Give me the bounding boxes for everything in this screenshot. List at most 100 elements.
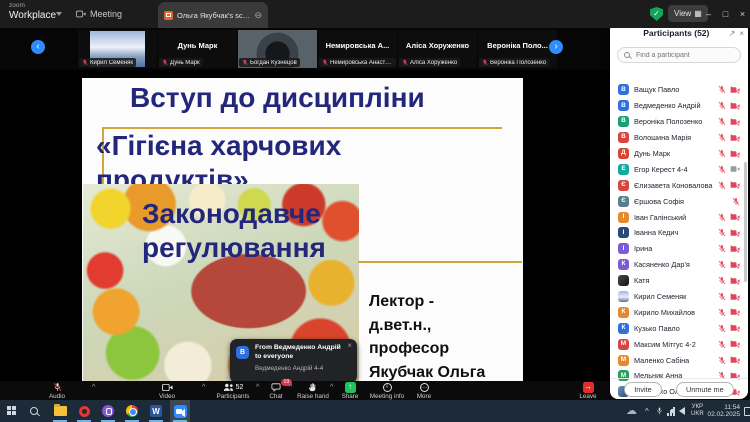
participant-row[interactable]: Д Дунь Марк: [610, 146, 748, 162]
participant-name: Касяненко Дар'я: [634, 260, 718, 269]
participant-status-icons: [718, 244, 740, 253]
participant-avatar: К: [618, 307, 629, 318]
video-tile[interactable]: Кирил Семеняк: [78, 30, 157, 68]
screen-share-icon: [164, 11, 173, 20]
participant-row[interactable]: В Ващук Павло: [610, 82, 748, 98]
folder-icon: [54, 406, 67, 416]
participant-avatar: В: [618, 84, 629, 95]
start-button[interactable]: [2, 400, 22, 422]
participant-status-icons: [718, 85, 740, 94]
audio-button[interactable]: Audio: [35, 382, 79, 400]
participant-row[interactable]: М Маленко Сабіна: [610, 352, 748, 368]
opera-button[interactable]: [74, 400, 94, 422]
participant-row[interactable]: К Кузько Павло: [610, 320, 748, 336]
file-explorer-button[interactable]: [50, 400, 70, 422]
video-button[interactable]: Video: [145, 382, 189, 400]
language-line2: UKR: [691, 411, 704, 417]
participant-row[interactable]: М Максим Мітгус 4-2: [610, 336, 748, 352]
participant-row[interactable]: Є Єлизавета Коновалова: [610, 177, 748, 193]
panel-close-icon[interactable]: ×: [739, 29, 744, 38]
volume-tray-icon[interactable]: [679, 400, 685, 422]
arrow-right-icon: →: [584, 383, 592, 391]
scroll-left-button[interactable]: ‹: [31, 40, 45, 54]
unmute-me-button[interactable]: Unmute me: [676, 382, 734, 397]
language-indicator[interactable]: УКРUKR: [691, 404, 704, 418]
participants-count: 52: [236, 384, 244, 391]
video-off-icon: [730, 150, 740, 158]
show-hidden-icons-button[interactable]: ^: [645, 400, 649, 422]
participant-avatar: І: [618, 243, 629, 254]
tab-meeting[interactable]: Meeting: [70, 0, 128, 28]
participant-row[interactable]: К Кирило Михайлов: [610, 304, 748, 320]
participant-avatar: К: [618, 259, 629, 270]
muted-mic-icon: [718, 228, 726, 237]
avatar-letter: Є: [621, 198, 626, 205]
muted-mic-icon: [718, 85, 726, 94]
muted-mic-icon: [732, 197, 740, 206]
participant-avatar: [618, 275, 629, 286]
maximize-button[interactable]: □: [717, 0, 734, 28]
participant-row[interactable]: І Іванна Кедич: [610, 225, 748, 241]
participant-label-chip: Дунь Марк: [159, 58, 203, 67]
participant-row[interactable]: Катя: [610, 273, 748, 289]
search-input[interactable]: [634, 51, 734, 60]
video-tiles: Кирил Семеняк Дунь Марк Дунь Марк: [78, 30, 557, 68]
more-button[interactable]: … More: [402, 382, 446, 400]
participant-status-icons: [718, 356, 740, 365]
action-center-button[interactable]: [744, 400, 750, 422]
camera-icon: [76, 10, 86, 18]
popout-icon[interactable]: ↗: [729, 29, 736, 38]
chrome-button[interactable]: [122, 400, 142, 422]
participant-row[interactable]: В Ведмеденко Андрій: [610, 98, 748, 114]
participant-avatar: В: [618, 116, 629, 127]
participant-row[interactable]: Е Егор Керест 4-4: [610, 161, 748, 177]
scroll-right-button[interactable]: ›: [549, 40, 563, 54]
cloud-icon: ☁: [626, 406, 637, 417]
leave-button[interactable]: → Leave: [566, 382, 610, 400]
video-tile[interactable]: Немировська А... Немировська Анастасія А…: [318, 30, 397, 68]
muted-mic-icon: [718, 324, 726, 333]
participant-row[interactable]: Є Єршова Софія: [610, 193, 748, 209]
participant-row[interactable]: К Касяненко Дар'я: [610, 257, 748, 273]
clock[interactable]: 11:5402.02.2025: [704, 404, 740, 418]
muted-mic-icon: [718, 308, 726, 317]
share-screen-icon: ↑: [345, 382, 356, 393]
video-off-icon: [730, 118, 740, 126]
microphone-tray-icon[interactable]: [656, 400, 663, 422]
video-tile[interactable]: Вероніка Поло... Вероніка Полозенко: [478, 30, 557, 68]
participant-row[interactable]: І Іван Галінський: [610, 209, 748, 225]
video-off-icon: [730, 181, 740, 189]
video-tile[interactable]: Дунь Марк Дунь Марк: [158, 30, 237, 68]
invite-button[interactable]: Invite: [624, 382, 661, 397]
audio-options-chevron[interactable]: ^: [92, 384, 95, 391]
participant-status-icons: [718, 228, 740, 237]
participants-button[interactable]: 52 Participants: [211, 382, 255, 400]
panel-scrollbar[interactable]: [744, 162, 747, 282]
close-icon[interactable]: ×: [347, 341, 352, 350]
leave-label: Leave: [566, 393, 610, 400]
participant-row[interactable]: І Ірина: [610, 241, 748, 257]
close-button[interactable]: ×: [734, 0, 750, 28]
participant-search[interactable]: [617, 47, 741, 63]
participant-avatar: Е: [618, 164, 629, 175]
security-shield-icon[interactable]: ✓: [650, 7, 663, 21]
muted-mic-icon: [718, 340, 726, 349]
participant-row[interactable]: В Волошина Марія: [610, 130, 748, 146]
circled-minus-icon[interactable]: ⊖: [254, 10, 262, 21]
word-button[interactable]: W: [146, 400, 166, 422]
viber-button[interactable]: [98, 400, 118, 422]
app-brand[interactable]: zoom Workplace: [9, 3, 56, 21]
tab-shared-screen[interactable]: Ольга Якубчак's screen ⊖: [158, 2, 268, 28]
chat-notification-popup[interactable]: В From Ведмеденко Андрій to everyone Вед…: [230, 339, 357, 383]
video-tile[interactable]: Богдан Кузнецов: [238, 30, 317, 68]
zoom-app-button[interactable]: [170, 400, 190, 422]
minimize-button[interactable]: –: [700, 0, 717, 28]
video-tile[interactable]: Аліса Хоруженко Аліса Хоруженко: [398, 30, 477, 68]
muted-mic-icon: [322, 59, 328, 66]
onedrive-tray-icon[interactable]: ☁: [626, 400, 637, 422]
taskbar-search-button[interactable]: [24, 400, 44, 422]
brand-dropdown-icon[interactable]: [56, 12, 62, 16]
participant-row[interactable]: В Вероніка Полозенко: [610, 114, 748, 130]
video-options-chevron[interactable]: ^: [202, 384, 205, 391]
participant-row[interactable]: Кирил Семеняк: [610, 289, 748, 305]
